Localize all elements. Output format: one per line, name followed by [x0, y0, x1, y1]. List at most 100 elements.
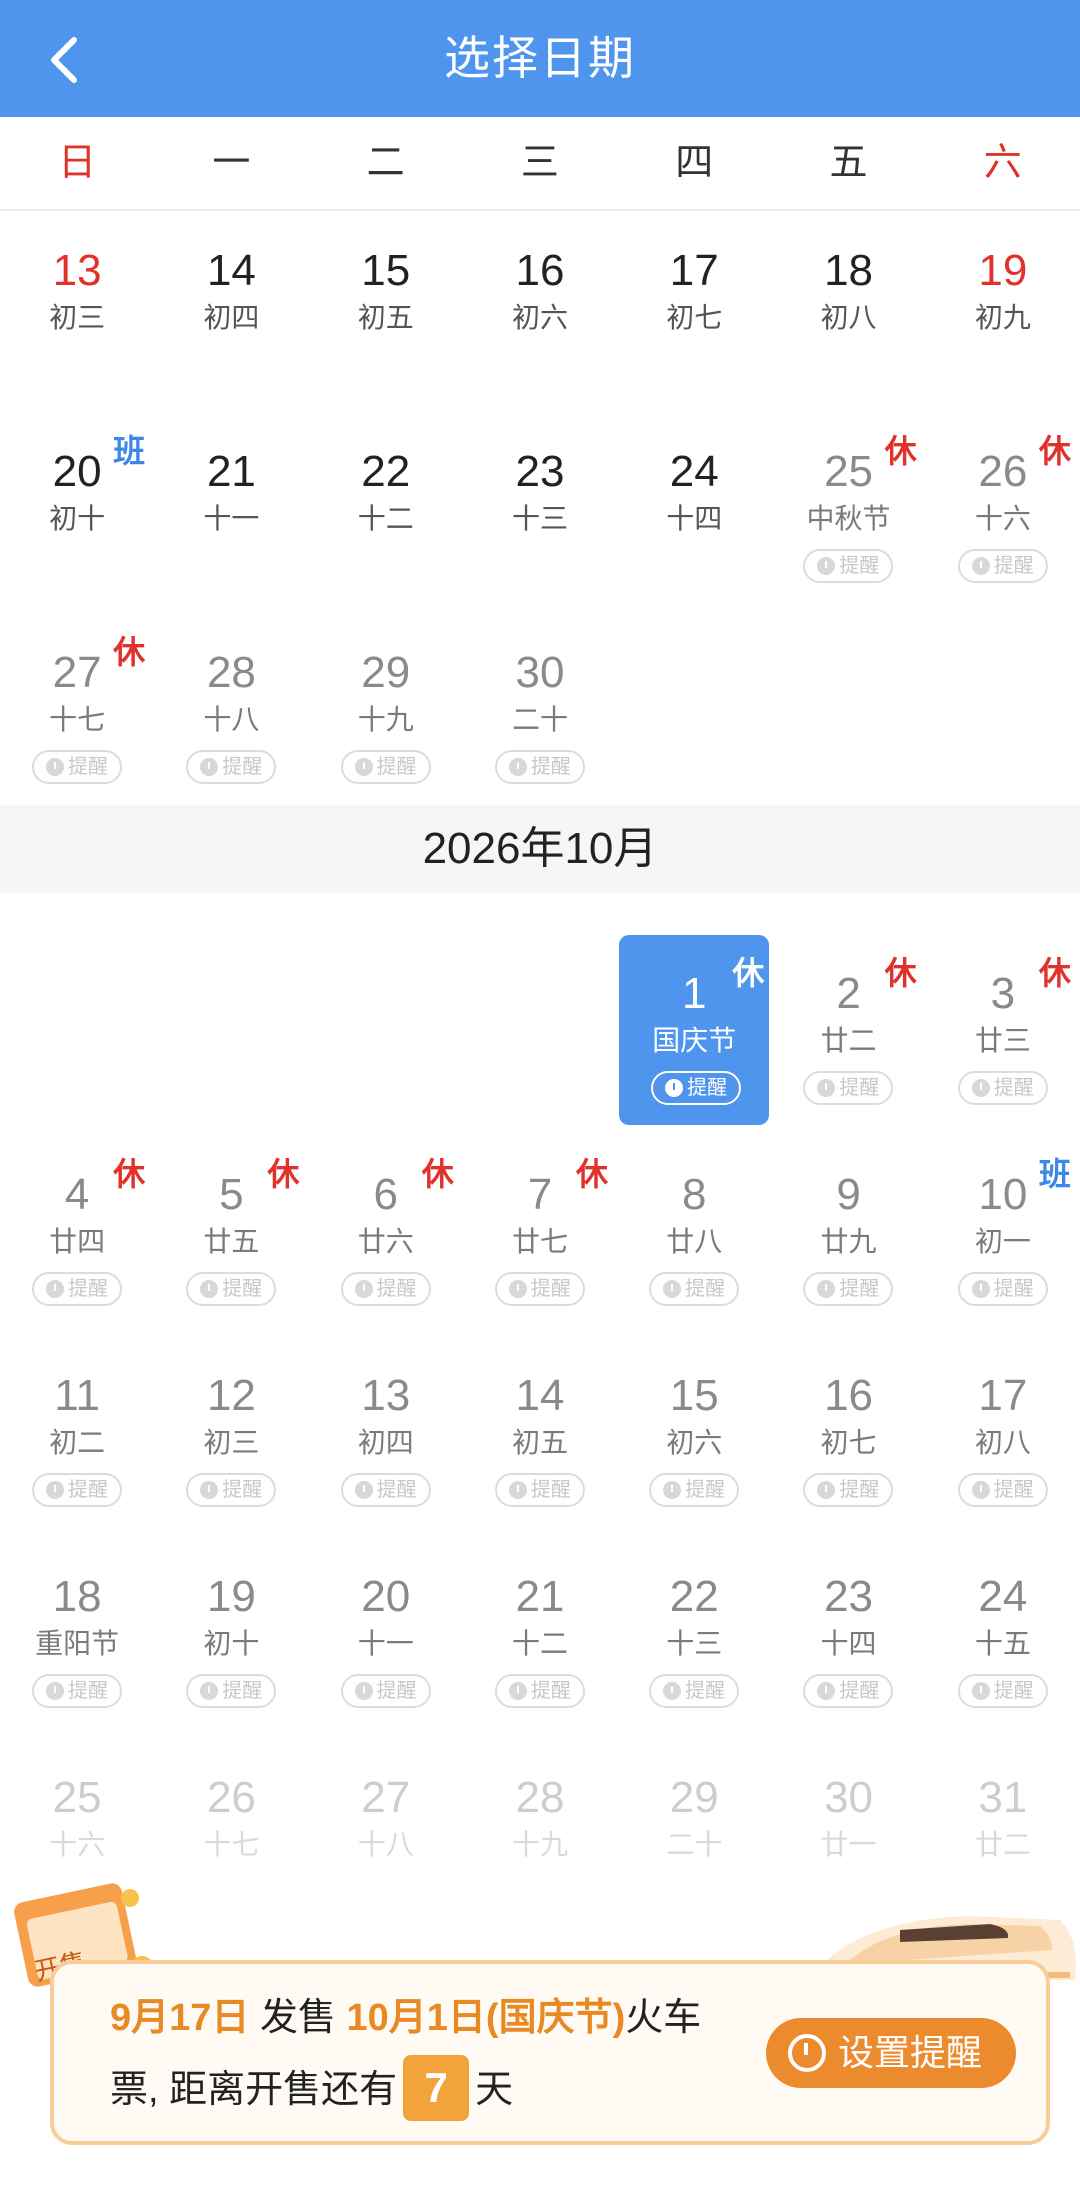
remind-label: 提醒 [993, 555, 1034, 577]
date-cell[interactable]: 5 廿五休提醒 [154, 1136, 308, 1326]
remind-button[interactable]: 提醒 [651, 1071, 742, 1105]
remind-button[interactable]: 提醒 [957, 1674, 1048, 1708]
remind-button[interactable]: 提醒 [32, 1272, 122, 1306]
remind-label: 提醒 [68, 756, 108, 778]
remind-button[interactable]: 提醒 [957, 1473, 1048, 1507]
date-cell[interactable]: 17 初八 提醒 [926, 1337, 1080, 1527]
date-cell[interactable]: 17 初七 [617, 212, 771, 402]
date-number: 21 [515, 1572, 565, 1621]
remind-button[interactable]: 提醒 [340, 1674, 431, 1708]
date-cell[interactable]: 27 十八 [309, 1739, 463, 1929]
date-cell[interactable]: 24 十四 [617, 413, 771, 603]
remind-button[interactable]: 提醒 [803, 549, 894, 583]
holiday-rest-badge: 休 [421, 1156, 454, 1192]
date-cell[interactable]: 21 十二 提醒 [463, 1538, 617, 1728]
date-cell[interactable]: 13 初三 [0, 212, 154, 402]
date-cell[interactable]: 15 初五 [309, 212, 463, 402]
date-cell[interactable]: 18 重阳节 提醒 [0, 1538, 154, 1728]
remind-button[interactable]: 提醒 [649, 1674, 740, 1708]
remind-button[interactable]: 提醒 [494, 1272, 585, 1306]
remind-button[interactable]: 提醒 [32, 750, 122, 784]
remind-button[interactable]: 提醒 [803, 1071, 894, 1105]
date-number: 25 [52, 1773, 102, 1822]
date-cell[interactable]: 9 廿九 提醒 [771, 1136, 925, 1326]
date-cell[interactable]: 27 十七休提醒 [0, 614, 154, 804]
date-cell[interactable]: 21 十一 [154, 413, 308, 603]
remind-button[interactable]: 提醒 [32, 1674, 122, 1708]
holiday-rest-badge: 休 [575, 1156, 608, 1192]
date-cell[interactable]: 6 廿六休提醒 [309, 1136, 463, 1326]
remind-button[interactable]: 提醒 [186, 750, 277, 784]
remind-button[interactable]: 提醒 [649, 1473, 740, 1507]
date-cell[interactable]: 26 十七 [154, 1739, 308, 1929]
remind-button[interactable]: 提醒 [494, 1473, 585, 1507]
date-cell[interactable]: 23 十三 [463, 413, 617, 603]
holiday-rest-badge: 休 [113, 1156, 146, 1192]
remind-button[interactable]: 提醒 [957, 549, 1048, 583]
date-cell[interactable]: 4 廿四休提醒 [0, 1136, 154, 1326]
date-cell[interactable]: 7 廿七休提醒 [463, 1136, 617, 1326]
date-cell[interactable]: 30 二十 提醒 [463, 614, 617, 804]
date-cell[interactable]: 20 初十班 [0, 413, 154, 603]
holiday-rest-badge: 休 [884, 955, 917, 991]
date-cell[interactable]: 28 十九 [463, 1739, 617, 1929]
date-cell[interactable]: 14 初四 [154, 212, 308, 402]
remind-button[interactable]: 提醒 [186, 1272, 277, 1306]
date-cell[interactable]: 23 十四 提醒 [771, 1538, 925, 1728]
date-cell[interactable]: 29 二十 [617, 1739, 771, 1929]
date-cell[interactable]: 3 廿三休提醒 [926, 935, 1080, 1125]
remind-button[interactable]: 提醒 [803, 1674, 894, 1708]
date-cell[interactable]: 10 初一班提醒 [926, 1136, 1080, 1326]
sale-date: 9月17日 [110, 1997, 250, 2039]
month-header: 2026年10月 [0, 805, 1080, 893]
date-cell[interactable]: 18 初八 [771, 212, 925, 402]
set-reminder-label: 设置提醒 [838, 2032, 983, 2073]
remind-button[interactable]: 提醒 [649, 1272, 740, 1306]
set-reminder-button[interactable]: 设置提醒 [766, 2018, 1016, 2088]
weekday-label: 日 [58, 142, 97, 184]
date-number: 26 [206, 1773, 256, 1822]
date-cell[interactable]: 25 中秋节休提醒 [771, 413, 925, 603]
date-cell[interactable]: 11 初二 提醒 [0, 1337, 154, 1527]
remind-label: 提醒 [376, 1680, 417, 1702]
remind-button[interactable]: 提醒 [957, 1272, 1048, 1306]
date-cell[interactable]: 12 初三 提醒 [154, 1337, 308, 1527]
date-cell[interactable]: 26 十六休提醒 [926, 413, 1080, 603]
remind-label: 提醒 [530, 1680, 571, 1702]
date-cell[interactable]: 24 十五 提醒 [926, 1538, 1080, 1728]
alarm-clock-icon [665, 1079, 684, 1097]
date-cell[interactable]: 22 十二 [309, 413, 463, 603]
date-cell[interactable]: 8 廿八 提醒 [617, 1136, 771, 1326]
date-cell[interactable]: 2 廿二休提醒 [771, 935, 925, 1125]
date-cell[interactable]: 19 初十 提醒 [154, 1538, 308, 1728]
remind-button[interactable]: 提醒 [957, 1071, 1048, 1105]
date-cell[interactable]: 29 十九 提醒 [309, 614, 463, 804]
weekday-label: 一 [212, 142, 251, 184]
remind-button[interactable]: 提醒 [340, 1473, 431, 1507]
remind-button[interactable]: 提醒 [186, 1674, 277, 1708]
date-cell-selected[interactable]: 1 国庆节休提醒 [619, 935, 770, 1125]
presale-text-line1: 9月17日 发售 10月1日(国庆节)火车 [110, 1992, 701, 2044]
date-cell[interactable]: 15 初六 提醒 [617, 1337, 771, 1527]
lunar-date: 初三 [49, 302, 106, 333]
remind-button[interactable]: 提醒 [340, 1272, 431, 1306]
remind-button[interactable]: 提醒 [494, 1674, 585, 1708]
date-cell[interactable]: 28 十八 提醒 [154, 614, 308, 804]
remind-button[interactable]: 提醒 [494, 750, 585, 784]
date-cell[interactable]: 16 初六 [463, 212, 617, 402]
date-cell[interactable]: 13 初四 提醒 [309, 1337, 463, 1527]
remind-button[interactable]: 提醒 [803, 1272, 894, 1306]
date-cell[interactable]: 22 十三 提醒 [617, 1538, 771, 1728]
remind-button[interactable]: 提醒 [340, 750, 431, 784]
lunar-date: 初六 [666, 1427, 723, 1458]
remind-label: 提醒 [530, 1278, 571, 1300]
date-cell[interactable]: 14 初五 提醒 [463, 1337, 617, 1527]
lunar-date: 廿八 [666, 1226, 723, 1257]
date-cell[interactable]: 20 十一 提醒 [309, 1538, 463, 1728]
remind-button[interactable]: 提醒 [32, 1473, 122, 1507]
remind-button[interactable]: 提醒 [186, 1473, 277, 1507]
date-cell[interactable]: 16 初七 提醒 [771, 1337, 925, 1527]
lunar-date: 十一 [357, 1628, 414, 1659]
date-cell[interactable]: 19 初九 [926, 212, 1080, 402]
remind-button[interactable]: 提醒 [803, 1473, 894, 1507]
